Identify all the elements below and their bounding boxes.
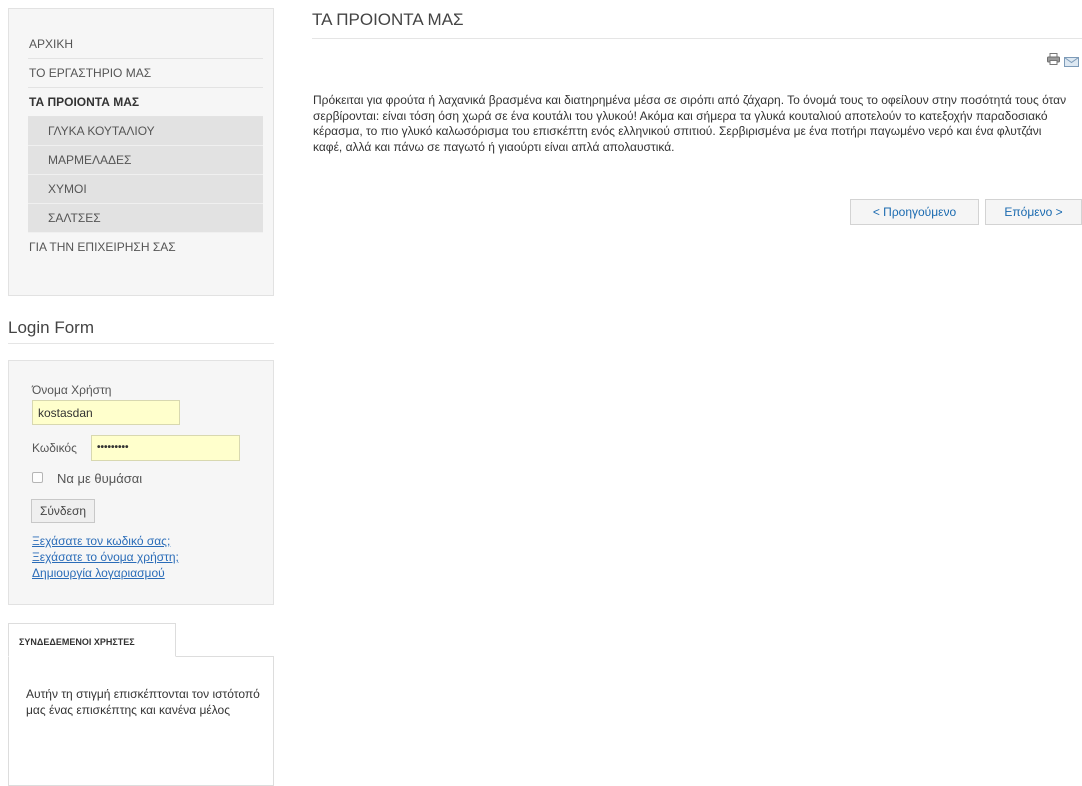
login-form-title: Login Form bbox=[8, 318, 274, 344]
menu-item-products-group: ΤΑ ΠΡΟΙΟΝΤΑ ΜΑΣ ΓΛΥΚΑ ΚΟΥΤΑΛΙΟΥ ΜΑΡΜΕΛΑΔ… bbox=[28, 88, 263, 233]
login-form: Όνομα Χρήστη Κωδικός ••••••••• Να με θυμ… bbox=[8, 360, 274, 605]
sidebar-menu: ΑΡΧΙΚΗ ΤΟ ΕΡΓΑΣΤΗΡΙΟ ΜΑΣ ΤΑ ΠΡΟΙΟΝΤΑ ΜΑΣ… bbox=[8, 8, 274, 296]
username-input[interactable] bbox=[32, 400, 180, 425]
submenu-item-sauces[interactable]: ΣΑΛΤΣΕΣ bbox=[28, 204, 263, 233]
print-icon[interactable] bbox=[1047, 52, 1060, 70]
submenu-item-juices[interactable]: ΧΥΜΟΙ bbox=[28, 175, 263, 204]
username-label: Όνομα Χρήστη bbox=[32, 383, 112, 397]
password-input[interactable]: ••••••••• bbox=[91, 435, 240, 461]
online-users-panel: Αυτήν τη στιγμή επισκέπτονται τον ιστότο… bbox=[8, 656, 274, 786]
menu-item-workshop[interactable]: ΤΟ ΕΡΓΑΣΤΗΡΙΟ ΜΑΣ bbox=[28, 59, 263, 88]
submenu-item-marmalades[interactable]: ΜΑΡΜΕΛΑΔΕΣ bbox=[28, 146, 263, 175]
forgot-username-link[interactable]: Ξεχάσατε το όνομα χρήστη; bbox=[32, 550, 179, 564]
forgot-password-link[interactable]: Ξεχάσατε τον κωδικό σας; bbox=[32, 534, 170, 548]
create-account-link[interactable]: Δημιουργία λογαριασμού bbox=[32, 566, 165, 580]
page-title: ΤΑ ΠΡΟΙΟΝΤΑ ΜΑΣ bbox=[312, 10, 1082, 39]
article-body: Πρόκειται για φρούτα ή λαχανικά βρασμένα… bbox=[313, 93, 1067, 154]
menu-item-products[interactable]: ΤΑ ΠΡΟΙΟΝΤΑ ΜΑΣ bbox=[28, 88, 263, 117]
email-icon[interactable] bbox=[1064, 54, 1079, 72]
login-button[interactable]: Σύνδεση bbox=[31, 499, 95, 523]
next-button[interactable]: Επόμενο > bbox=[985, 199, 1082, 225]
remember-me-checkbox[interactable] bbox=[32, 472, 43, 483]
tab-online-users[interactable]: ΣΥΝΔΕΔΕΜΕΝΟΙ ΧΡΗΣΤΕΣ bbox=[8, 623, 176, 657]
password-label: Κωδικός bbox=[32, 441, 77, 455]
menu-item-home[interactable]: ΑΡΧΙΚΗ bbox=[28, 30, 263, 59]
products-submenu: ΓΛΥΚΑ ΚΟΥΤΑΛΙΟΥ ΜΑΡΜΕΛΑΔΕΣ ΧΥΜΟΙ ΣΑΛΤΣΕΣ bbox=[28, 117, 263, 233]
online-users-text: Αυτήν τη στιγμή επισκέπτονται τον ιστότο… bbox=[26, 687, 260, 717]
submenu-item-spoon-sweets[interactable]: ΓΛΥΚΑ ΚΟΥΤΑΛΙΟΥ bbox=[28, 117, 263, 146]
previous-button[interactable]: < Προηγούμενο bbox=[850, 199, 979, 225]
remember-me-label: Να με θυμάσαι bbox=[57, 471, 143, 486]
menu-item-business[interactable]: ΓΙΑ ΤΗΝ ΕΠΙΧΕΙΡΗΣΗ ΣΑΣ bbox=[28, 233, 263, 262]
main-menu: ΑΡΧΙΚΗ ΤΟ ΕΡΓΑΣΤΗΡΙΟ ΜΑΣ ΤΑ ΠΡΟΙΟΝΤΑ ΜΑΣ… bbox=[28, 30, 263, 262]
